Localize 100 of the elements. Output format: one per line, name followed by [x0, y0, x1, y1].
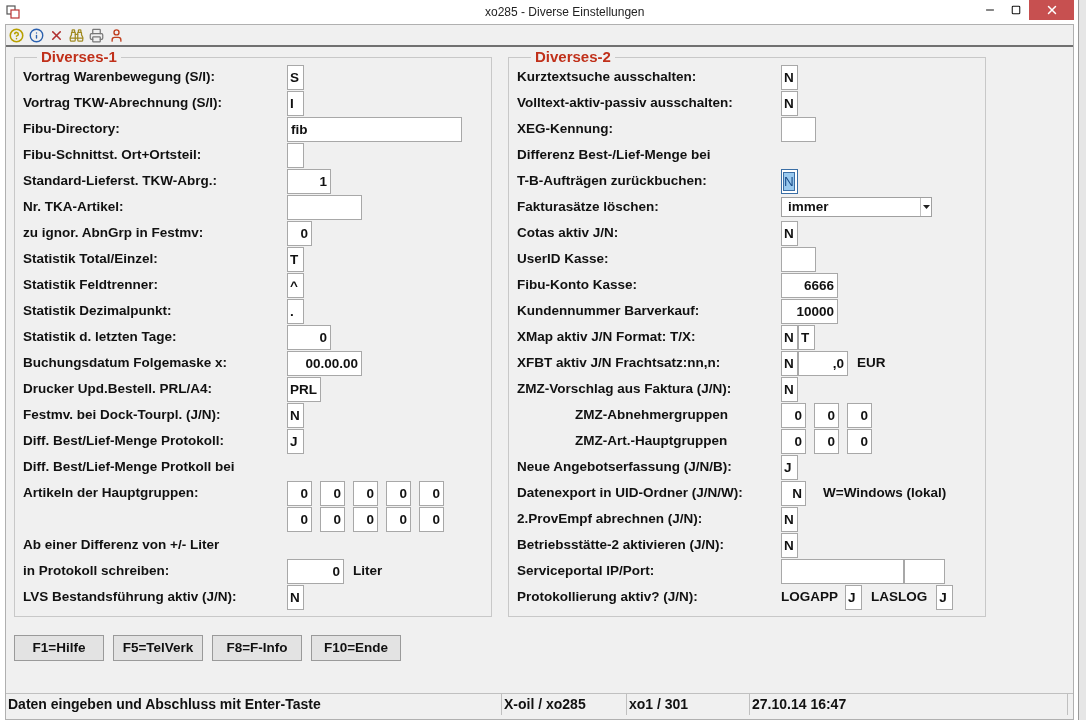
function-button[interactable]: F10=Ende: [311, 635, 401, 661]
input-field[interactable]: 0: [781, 402, 806, 428]
field-label: Diff. Best/Lief-Menge Protkoll bei: [23, 457, 235, 476]
input-field[interactable]: 00.00.00: [287, 350, 362, 376]
field-label: Protokollierung aktiv? (J/N):: [517, 587, 698, 606]
input-field[interactable]: 0: [781, 428, 806, 454]
field-label: Volltext-aktiv-passiv ausschalten:: [517, 93, 733, 112]
input-field[interactable]: 0: [287, 220, 312, 246]
input-field[interactable]: 0: [353, 506, 378, 532]
input-field[interactable]: 0: [287, 506, 312, 532]
field-label: in Protokoll schreiben:: [23, 561, 170, 580]
input-field[interactable]: 0: [287, 558, 344, 584]
field-label: Fibu-Schnittst. Ort+Ortsteil:: [23, 145, 202, 164]
input-field[interactable]: PRL: [287, 376, 321, 402]
input-field[interactable]: J: [781, 454, 798, 480]
input-field[interactable]: 0: [847, 428, 872, 454]
input-field[interactable]: fib: [287, 116, 462, 142]
field-label: Fakturasätze löschen:: [517, 197, 659, 216]
input-field[interactable]: N: [781, 532, 798, 558]
dropdown[interactable]: immer: [781, 197, 932, 217]
field-label: T-B-Aufträgen zurückbuchen:: [517, 171, 707, 190]
input-field[interactable]: N: [781, 480, 806, 506]
field-label: ZMZ-Vorschlag aus Faktura (J/N):: [517, 379, 732, 398]
input-field[interactable]: 1: [287, 168, 331, 194]
input-field[interactable]: ^: [287, 272, 304, 298]
info-icon[interactable]: [29, 27, 44, 43]
input-field[interactable]: S: [287, 64, 304, 90]
field-label: Vortrag Warenbewegung (S/I):: [23, 67, 215, 86]
field-label: Drucker Upd.Bestell. PRL/A4:: [23, 379, 213, 398]
printer-icon[interactable]: [89, 27, 104, 43]
input-field[interactable]: N: [287, 402, 304, 428]
field-label: Statistik Feldtrenner:: [23, 275, 159, 294]
input-field[interactable]: 0: [320, 506, 345, 532]
input-field[interactable]: N: [781, 64, 798, 90]
input-field[interactable]: T: [287, 246, 304, 272]
user-icon[interactable]: [109, 27, 124, 43]
input-field[interactable]: J: [936, 584, 954, 610]
input-field[interactable]: J: [845, 584, 862, 610]
app-icon: [6, 5, 20, 19]
maximize-icon: [1011, 5, 1021, 15]
input-field[interactable]: [781, 246, 816, 272]
input-field[interactable]: [781, 116, 816, 142]
input-field[interactable]: [904, 558, 945, 584]
caret-icon: [920, 198, 931, 216]
field-label: EUR: [856, 353, 887, 372]
field-label: XFBT aktiv J/N Frachtsatz:nn,n:: [517, 353, 721, 372]
field-label: W=Windows (lokal): [822, 483, 948, 502]
input-field[interactable]: 0: [419, 480, 444, 506]
field-label: Datenexport in UID-Ordner (J/N/W):: [517, 483, 743, 502]
input-field[interactable]: N: [781, 168, 798, 194]
function-button[interactable]: F1=Hilfe: [14, 635, 104, 661]
input-field[interactable]: N: [781, 350, 798, 376]
field-label: Statistik d. letzten Tage:: [23, 327, 177, 346]
input-field[interactable]: 0: [814, 428, 839, 454]
field-label: Kundennummer Barverkauf:: [517, 301, 700, 320]
input-field[interactable]: 0: [320, 480, 345, 506]
input-field[interactable]: [781, 558, 904, 584]
function-button[interactable]: F8=F-Info: [212, 635, 302, 661]
input-field[interactable]: 0: [353, 480, 378, 506]
field-label: Neue Angebotserfassung (J/N/B):: [517, 457, 732, 476]
input-field[interactable]: J: [287, 428, 304, 454]
field-label: Nr. TKA-Artikel:: [23, 197, 124, 216]
input-field[interactable]: 6666: [781, 272, 838, 298]
field-label: Differenz Best-/Lief-Menge bei: [517, 145, 711, 164]
input-field[interactable]: N: [781, 220, 798, 246]
input-field[interactable]: N: [781, 90, 798, 116]
field-label: Liter: [352, 561, 384, 580]
field-label: Ab einer Differenz von +/- Liter: [23, 535, 220, 554]
help-icon[interactable]: [9, 27, 24, 43]
input-field[interactable]: 0: [847, 402, 872, 428]
field-label: XMap aktiv J/N Format: T/X:: [517, 327, 696, 346]
input-field[interactable]: N: [287, 584, 304, 610]
field-label: 2.ProvEmpf abrechnen (J/N):: [517, 509, 703, 528]
input-field[interactable]: T: [798, 324, 815, 350]
field-label: ZMZ-Abnehmergruppen: [574, 405, 728, 424]
field-label: Vortrag TKW-Abrechnung (S/I):: [23, 93, 222, 112]
function-button[interactable]: F5=TelVerk: [113, 635, 203, 661]
field-label: Cotas aktiv J/N:: [517, 223, 619, 242]
input-field[interactable]: N: [781, 376, 798, 402]
input-field[interactable]: N: [781, 324, 798, 350]
input-field[interactable]: 0: [287, 324, 331, 350]
input-field[interactable]: ,0: [798, 350, 848, 376]
status-cell: xo1 / 301: [627, 694, 750, 715]
input-field[interactable]: 0: [386, 506, 411, 532]
field-label: Kurztextsuche ausschalten:: [517, 67, 697, 86]
input-field[interactable]: 10000: [781, 298, 838, 324]
binoculars-icon[interactable]: [69, 27, 84, 43]
input-field[interactable]: [287, 142, 304, 168]
input-field[interactable]: I: [287, 90, 304, 116]
field-label: Serviceportal IP/Port:: [517, 561, 655, 580]
field-label: Betriebsstätte-2 aktivieren (J/N):: [517, 535, 725, 554]
input-field[interactable]: 0: [814, 402, 839, 428]
field-label: Diff. Best/Lief-Menge Protokoll:: [23, 431, 224, 450]
input-field[interactable]: 0: [419, 506, 444, 532]
input-field[interactable]: .: [287, 298, 304, 324]
input-field[interactable]: [287, 194, 362, 220]
input-field[interactable]: 0: [386, 480, 411, 506]
input-field[interactable]: 0: [287, 480, 312, 506]
field-label: Statistik Total/Einzel:: [23, 249, 158, 268]
input-field[interactable]: N: [781, 506, 798, 532]
